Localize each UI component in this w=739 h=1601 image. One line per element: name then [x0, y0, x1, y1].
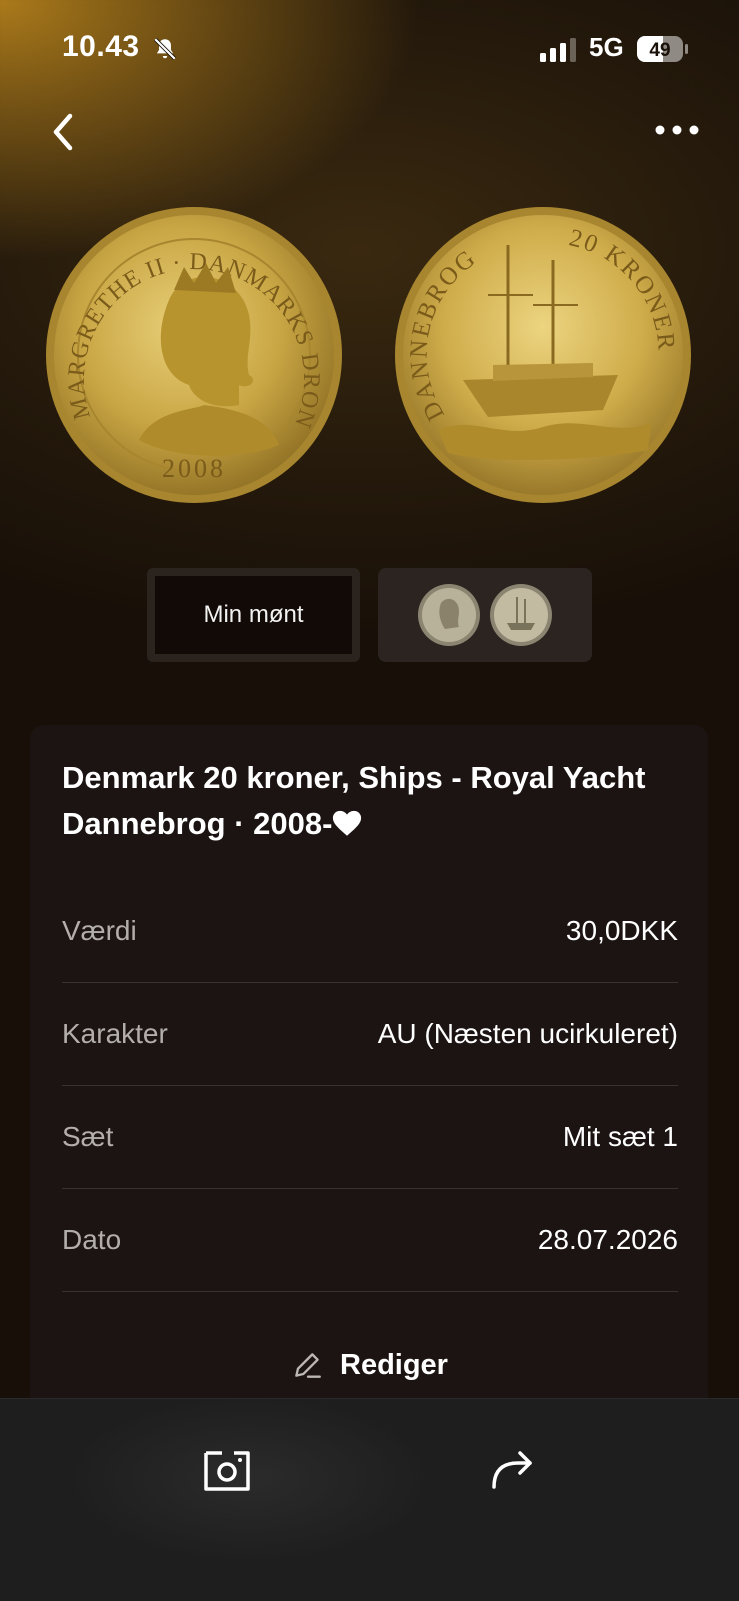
catalog-coin-thumbnail[interactable] [378, 568, 592, 662]
detail-key: Dato [62, 1224, 122, 1255]
battery-level: 49 [649, 40, 670, 61]
coin-title-block: Denmark 20 kroner, Ships - Royal Yacht D… [62, 755, 682, 847]
bottom-toolbar [0, 1398, 739, 1601]
coin-images: MARGRETHE II · DANMARKS DRONNING 2008 DA… [0, 200, 739, 520]
mini-coin-reverse-icon [490, 584, 552, 646]
camera-frame-icon[interactable] [200, 1441, 254, 1495]
detail-row-grade: Karakter AU (Næsten ucirkuleret) [62, 983, 678, 1086]
detail-row-set: Sæt Mit sæt 1 [62, 1086, 678, 1189]
status-time: 10.43 [62, 30, 140, 63]
coin-reverse-image[interactable]: DANNEBROG 20 KRONER [393, 205, 693, 505]
detail-value: Mit sæt 1 [562, 1121, 678, 1152]
coin-details-card: Denmark 20 kroner, Ships - Royal Yacht D… [30, 725, 708, 1425]
detail-row-value: Værdi 30,0DKK [62, 880, 678, 983]
top-nav [0, 100, 739, 160]
obverse-year: 2008 [162, 454, 226, 483]
pencil-icon [295, 1353, 321, 1378]
status-bar: 10.43 5G 49 [0, 0, 739, 100]
bell-muted-icon [153, 37, 177, 61]
ellipsis-icon[interactable] [652, 120, 702, 140]
detail-value: AU (Næsten ucirkuleret) [377, 1018, 678, 1049]
image-thumbnails: Min mønt [0, 568, 739, 664]
detail-row-date: Dato 28.07.2026 [62, 1189, 678, 1292]
details-list: Værdi 30,0DKK Karakter AU (Næsten ucirku… [62, 880, 678, 1292]
share-arrow-icon[interactable] [486, 1441, 540, 1495]
signal-icon [540, 38, 576, 62]
heart-icon[interactable] [332, 810, 362, 837]
my-coin-thumbnail[interactable]: Min mønt [147, 568, 360, 662]
detail-value: 30,0DKK [565, 915, 678, 946]
detail-value: 28.07.2026 [537, 1224, 678, 1255]
edit-button[interactable]: Rediger [30, 1335, 708, 1395]
mini-coin-obverse-icon [418, 584, 480, 646]
chevron-left-icon[interactable] [44, 110, 80, 154]
edit-label: Rediger [340, 1348, 448, 1381]
detail-key: Værdi [62, 915, 137, 946]
detail-key: Karakter [62, 1018, 168, 1049]
my-coin-label: Min mønt [203, 601, 304, 628]
battery-icon: 49 [637, 36, 688, 62]
detail-key: Sæt [62, 1121, 114, 1152]
coin-obverse-image[interactable]: MARGRETHE II · DANMARKS DRONNING 2008 [44, 205, 344, 505]
network-type: 5G [589, 32, 624, 62]
